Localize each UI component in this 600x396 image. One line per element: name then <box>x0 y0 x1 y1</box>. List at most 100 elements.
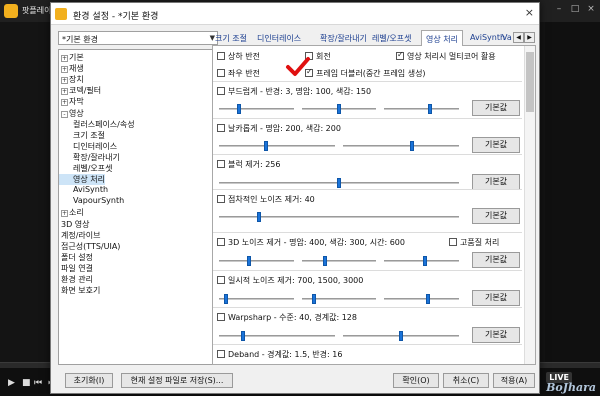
tab[interactable]: AviSynth <box>470 33 505 42</box>
filter-checkbox[interactable]: 블럭 제거: 256 <box>217 159 281 170</box>
tree-item[interactable]: 계정/라이브 <box>59 230 101 241</box>
filter-slider[interactable] <box>301 256 377 266</box>
default-button[interactable]: 기본값 <box>472 327 520 343</box>
minimize-icon[interactable]: – <box>554 4 564 14</box>
tree-item[interactable]: 영상 처리 <box>59 174 105 186</box>
tree-item[interactable]: 파일 연결 <box>59 263 93 274</box>
vflip-checkbox[interactable]: 좌우 반전 <box>217 68 260 79</box>
frame-doubler-checkbox[interactable]: 프레임 더블러(중간 프레임 생성) <box>305 67 426 79</box>
filter-slider[interactable] <box>219 141 335 151</box>
tree-item[interactable]: + 코덱/필터 <box>59 85 101 96</box>
filter-slider[interactable] <box>219 104 294 114</box>
save-as-button[interactable]: 현재 설정 파일로 저장(S)... <box>121 373 233 388</box>
tab[interactable]: 영상 처리 <box>421 30 463 47</box>
filter-checkbox[interactable]: 부드럽게 - 반경: 3, 명암: 100, 색감: 150 <box>217 86 371 97</box>
slider-thumb[interactable] <box>426 294 431 304</box>
play-icon[interactable]: ▶ <box>8 378 15 388</box>
filter-slider[interactable] <box>384 256 459 266</box>
multicore-checkbox[interactable]: 영상 처리시 멀티코어 활용 <box>396 50 496 62</box>
slider-thumb[interactable] <box>256 212 261 222</box>
tree-item[interactable]: 디인터레이스 <box>59 141 117 152</box>
filter-checkbox[interactable]: 날카롭게 - 명암: 200, 색감: 200 <box>217 123 341 134</box>
slider-thumb[interactable] <box>410 141 415 151</box>
dialog-close-icon[interactable]: × <box>525 7 534 19</box>
tree-item[interactable]: + 장치 <box>59 74 84 85</box>
tree-item[interactable]: VapourSynth <box>59 196 124 207</box>
filter-checkbox[interactable]: 점차적인 노이즈 제거: 40 <box>217 194 315 205</box>
tree-item[interactable]: 3D 영상 <box>59 219 90 230</box>
default-button[interactable]: 기본값 <box>472 290 520 306</box>
filter-slider[interactable] <box>219 294 294 304</box>
expand-icon[interactable]: + <box>61 99 68 107</box>
tree-item[interactable]: + 소리 <box>59 207 84 218</box>
filter-checkbox[interactable]: 일시적 노이즈 제거: 700, 1500, 3000 <box>217 275 363 286</box>
tab[interactable]: 크기 조절 <box>215 33 247 44</box>
slider-thumb[interactable] <box>428 104 433 114</box>
tree-item[interactable]: 레벨/오프셋 <box>59 163 113 174</box>
default-button[interactable]: 기본값 <box>472 174 520 190</box>
slider-thumb[interactable] <box>336 104 341 114</box>
stop-icon[interactable]: ■ <box>22 378 31 388</box>
filter-slider[interactable] <box>384 104 459 114</box>
tab[interactable]: 디인터레이스 <box>257 33 301 44</box>
slider-thumb[interactable] <box>423 256 428 266</box>
reset-button[interactable]: 초기화(I) <box>65 373 113 388</box>
slider-thumb[interactable] <box>399 331 403 341</box>
slider-thumb[interactable] <box>247 256 252 266</box>
tab[interactable]: 확장/잘라내기 <box>320 33 367 44</box>
ok-button[interactable]: 확인(O) <box>393 373 439 388</box>
slider-thumb[interactable] <box>312 294 317 304</box>
apply-button[interactable]: 적용(A) <box>493 373 535 388</box>
slider-thumb[interactable] <box>223 294 228 304</box>
filter-slider[interactable] <box>219 256 294 266</box>
slider-thumb[interactable] <box>263 141 268 151</box>
tree-item[interactable]: 컬러스페이스/속성 <box>59 119 135 130</box>
filter-slider[interactable] <box>219 212 459 222</box>
tree-item[interactable]: 환경 관리 <box>59 274 93 285</box>
default-button[interactable]: 기본값 <box>472 252 520 268</box>
maximize-icon[interactable]: □ <box>570 4 580 14</box>
filter-slider[interactable] <box>343 331 459 341</box>
tree-item[interactable]: - 영상 <box>59 108 84 119</box>
collapse-icon[interactable]: - <box>61 110 68 118</box>
tab[interactable]: 레벨/오프셋 <box>372 33 412 44</box>
slider-thumb[interactable] <box>337 178 341 188</box>
tree-item[interactable]: 화면 보호기 <box>59 285 100 296</box>
scrollbar-thumb[interactable] <box>526 52 534 112</box>
tree-item[interactable]: + 재생 <box>59 63 84 74</box>
tree-item[interactable]: + 기본 <box>59 52 84 63</box>
filter-slider[interactable] <box>219 178 459 188</box>
hflip-checkbox[interactable]: 상하 반전 <box>217 51 260 62</box>
expand-icon[interactable]: + <box>61 88 68 96</box>
preset-select[interactable]: *기본 환경 ▼ <box>58 31 218 45</box>
default-button[interactable]: 기본값 <box>472 100 520 116</box>
prev-icon[interactable]: ⏮ <box>34 378 42 388</box>
filter-checkbox[interactable]: Warpsharp - 수준: 40, 경계값: 128 <box>217 312 357 323</box>
filter-slider[interactable] <box>219 331 335 341</box>
tree-item[interactable]: 접근성(TTS/UIA) <box>59 241 120 252</box>
filter-slider[interactable] <box>384 294 459 304</box>
filter-slider[interactable] <box>343 141 459 151</box>
default-button[interactable]: 기본값 <box>472 137 520 153</box>
filter-checkbox[interactable]: Deband - 경계값: 1.5, 반경: 16 <box>217 349 342 360</box>
tree-item[interactable]: 확장/잘라내기 <box>59 152 120 163</box>
tree-item[interactable]: 폴더 설정 <box>59 252 93 263</box>
slider-thumb[interactable] <box>241 331 246 341</box>
expand-icon[interactable]: + <box>61 210 68 218</box>
filter-slider[interactable] <box>301 294 377 304</box>
tree-item[interactable]: AviSynth <box>59 185 108 196</box>
slider-thumb[interactable] <box>322 256 327 266</box>
filter-slider[interactable] <box>301 104 377 114</box>
slider-thumb[interactable] <box>236 104 241 114</box>
high-quality-checkbox[interactable]: 고품질 처리 <box>449 237 499 248</box>
expand-icon[interactable]: + <box>61 77 68 85</box>
tree-item[interactable]: 크기 조절 <box>59 130 105 141</box>
content-scrollbar[interactable] <box>524 46 535 364</box>
expand-icon[interactable]: + <box>61 55 68 62</box>
tab-scroll-left-icon[interactable]: ◀ <box>513 32 524 43</box>
close-icon[interactable]: × <box>586 4 596 14</box>
filter-checkbox[interactable]: 3D 노이즈 제거 - 명암: 400, 색감: 300, 시간: 600 <box>217 237 405 248</box>
tab-scroll-right-icon[interactable]: ▶ <box>524 32 535 43</box>
default-button[interactable]: 기본값 <box>472 208 520 224</box>
cancel-button[interactable]: 취소(C) <box>443 373 489 388</box>
